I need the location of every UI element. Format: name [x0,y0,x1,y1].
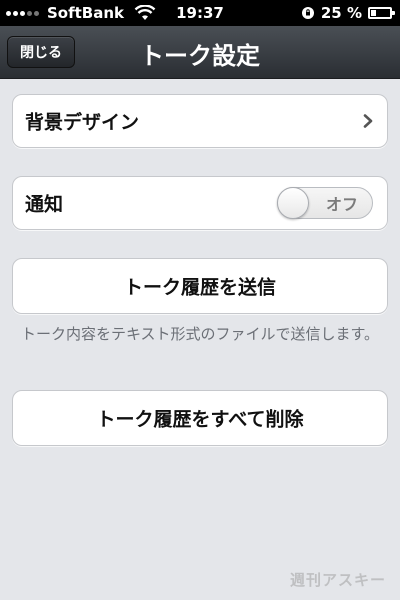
background-design-row[interactable]: 背景デザイン [12,94,388,148]
battery-percentage: 25 % [320,4,362,22]
toggle-knob [277,187,309,219]
delete-history-button[interactable]: トーク履歴をすべて削除 [12,390,388,446]
send-history-button[interactable]: トーク履歴を送信 [12,258,388,314]
status-bar: SoftBank 19:37 25 % [0,0,400,26]
battery-icon [368,7,395,19]
notification-toggle[interactable]: オフ [277,187,373,219]
page-title: トーク設定 [140,42,260,70]
battery-fill [371,10,376,16]
send-history-note: トーク内容をテキスト形式のファイルで送信します。 [20,325,380,343]
send-history-label: トーク履歴を送信 [123,276,276,299]
chevron-right-icon [363,114,373,128]
toggle-off-label: オフ [325,195,358,214]
watermark: 週刊アスキー [289,571,386,589]
notification-row: 通知 オフ [12,176,388,230]
navigation-bar: 閉じる トーク設定 [0,26,400,79]
rotation-lock-icon [301,7,314,19]
background-design-label: 背景デザイン [25,111,140,134]
notification-label: 通知 [25,193,64,216]
delete-history-label: トーク履歴をすべて削除 [96,408,304,431]
